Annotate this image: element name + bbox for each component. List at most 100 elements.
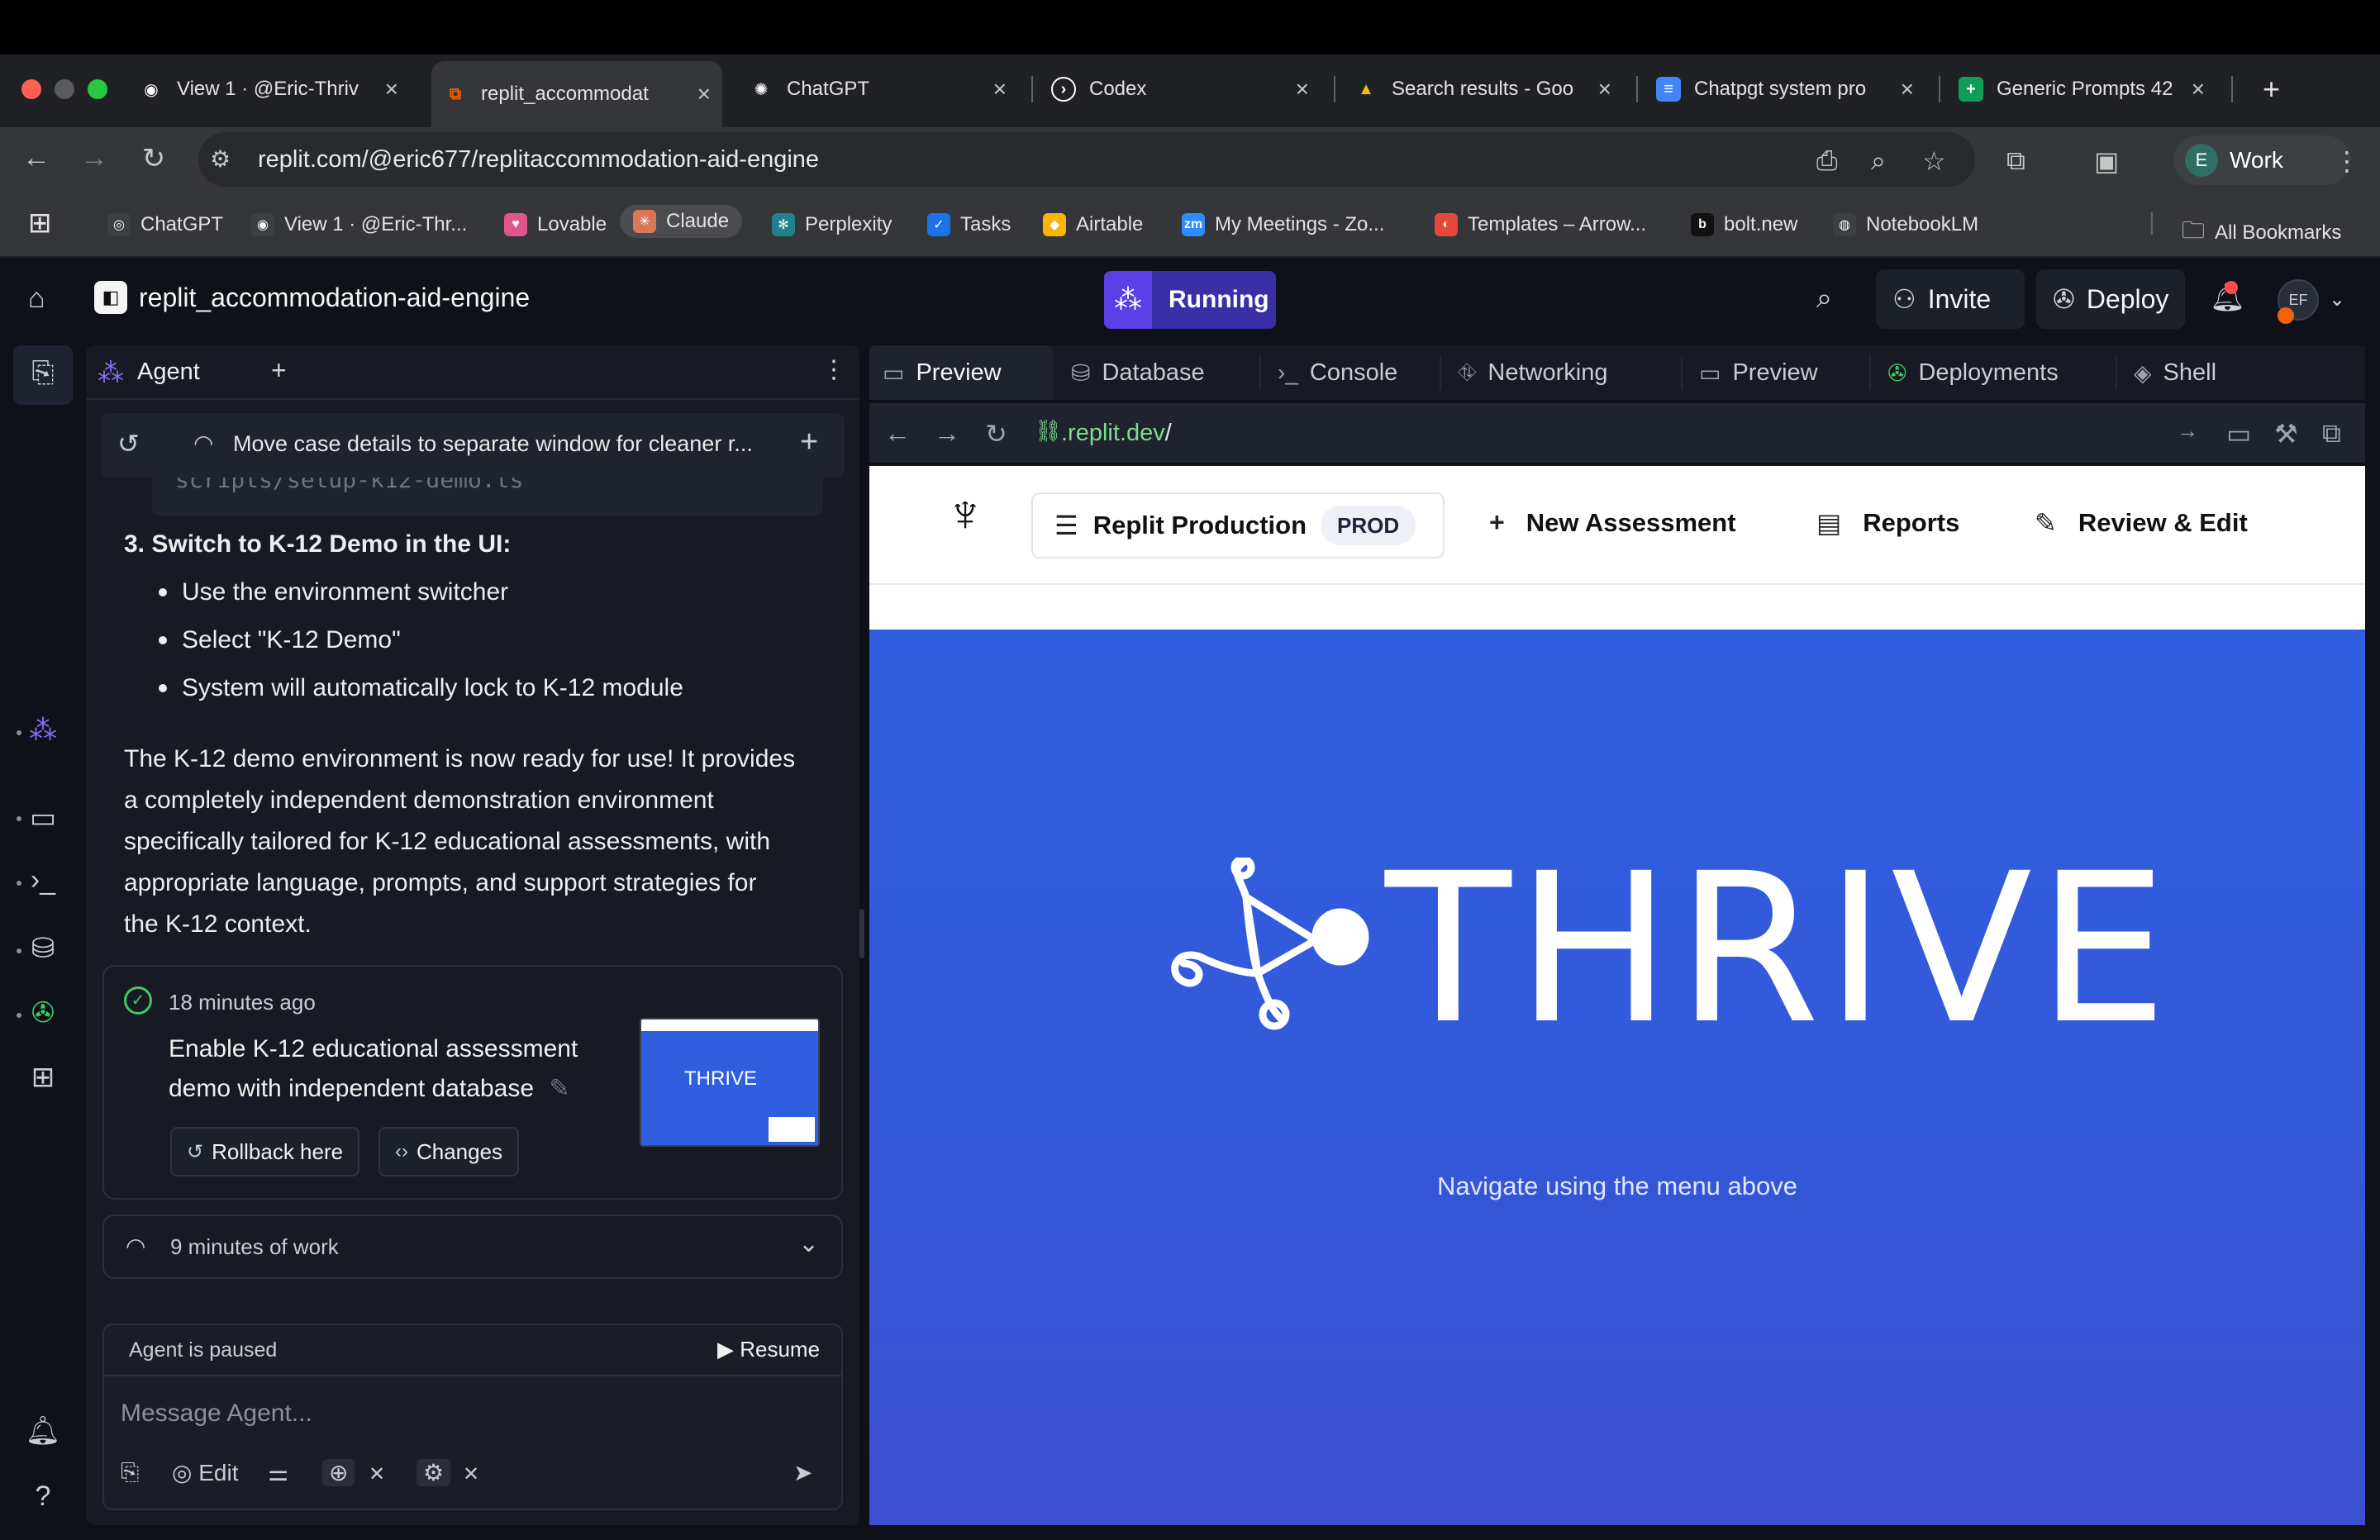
browser-tab[interactable]: ≡ Chatpgt system pro × [1645, 66, 1925, 112]
tab-shell[interactable]: ◈ Shell [2121, 345, 2230, 400]
tab-deployments[interactable]: ✇ Deployments [1874, 345, 2072, 400]
nav-new-assessment[interactable]: + New Assessment [1489, 507, 1736, 538]
send-icon[interactable]: ➤ [793, 1459, 812, 1486]
extensions-icon[interactable]: ⧉ [2006, 145, 2025, 177]
zoom-window-button[interactable] [88, 79, 107, 99]
bookmark-chatgpt[interactable]: ◎ ChatGPT [107, 213, 223, 236]
all-bookmarks[interactable]: 🗀 All Bookmarks [2182, 213, 2341, 253]
message-input[interactable] [121, 1393, 815, 1434]
back-arrow-icon[interactable]: ← [18, 142, 55, 174]
edit-mode-button[interactable]: ◎ Edit [172, 1459, 238, 1486]
bookmark-tasks[interactable]: ✓ Tasks [927, 213, 1011, 236]
app-logo-icon[interactable]: ♆ [945, 482, 985, 544]
bookmark-my-meetings-zo[interactable]: zm My Meetings - Zo... [1182, 213, 1384, 236]
tab-preview-2[interactable]: ▭ Preview [1686, 345, 1831, 400]
close-tab-icon[interactable]: × [993, 76, 1007, 102]
more-options-icon[interactable]: ⋮ [821, 355, 846, 384]
browser-tab[interactable]: ✺ ChatGPT × [737, 66, 1018, 112]
panel-resize-handle[interactable] [859, 909, 864, 958]
back-arrow-icon[interactable]: ← [884, 418, 911, 449]
history-icon[interactable]: ↺ [117, 428, 140, 459]
preview-url[interactable]: .replit.dev/ [1061, 420, 1172, 447]
tab-database[interactable]: ⛁ Database [1058, 345, 1218, 400]
close-window-button[interactable] [21, 79, 41, 99]
close-tab-icon[interactable]: × [385, 76, 398, 102]
current-task-bar[interactable]: ↺ ◠ Move case details to separate window… [101, 413, 845, 478]
attach-paperclip-icon[interactable]: ⎘ [121, 1459, 139, 1486]
close-tab-icon[interactable]: × [697, 81, 711, 107]
pencil-icon[interactable]: ✎ [549, 1075, 569, 1102]
bookmark-lovable[interactable]: ♥ Lovable [504, 213, 607, 236]
cpu-toggle-icon[interactable]: ⚙ [416, 1459, 451, 1486]
bookmark-notebooklm[interactable]: ◍ NotebookLM [1833, 213, 1978, 236]
bookmark-bolt-new[interactable]: b bolt.new [1691, 213, 1797, 236]
deploy-button[interactable]: ✇ Deploy [2036, 269, 2185, 329]
console-icon[interactable]: ›_ [25, 864, 61, 896]
chevron-down-icon[interactable]: ⌄ [2329, 288, 2345, 311]
home-icon[interactable]: ⌂ [28, 283, 45, 315]
settings-sliders-icon[interactable]: ⚌ [268, 1459, 288, 1486]
url-text[interactable]: replit.com/@eric677/replitaccommodation-… [258, 146, 819, 173]
device-monitor-icon[interactable]: ▭ [2226, 418, 2251, 449]
rollback-button[interactable]: ↺ Rollback here [170, 1127, 360, 1176]
minimize-window-button[interactable] [55, 79, 74, 99]
bookmark-airtable[interactable]: ◆ Airtable [1043, 213, 1143, 236]
browser-tab[interactable]: ◉ View 1 · @Eric-Thriv × [127, 66, 410, 112]
devtools-wrench-icon[interactable]: ⚒ [2274, 418, 2298, 449]
close-tab-icon[interactable]: × [1901, 76, 1914, 102]
zoom-icon[interactable]: ⌕ [1871, 145, 1886, 177]
preview-monitor-icon[interactable]: ▭ [25, 801, 61, 834]
checkpoint-screenshot-thumbnail[interactable]: THRIVE [640, 1018, 820, 1147]
browser-tab[interactable]: ▲ Search results - Goo × [1342, 66, 1623, 112]
close-tab-icon[interactable]: × [1296, 76, 1309, 102]
browser-menu-icon[interactable]: ⋮ [2334, 145, 2360, 177]
forward-arrow-icon[interactable]: → [934, 418, 960, 449]
tab-agent[interactable]: Agent [137, 359, 200, 386]
bookmark-star-icon[interactable]: ☆ [1922, 145, 1946, 177]
close-tab-icon[interactable]: × [1598, 76, 1611, 102]
deployments-icon[interactable]: ✇ [25, 996, 61, 1029]
nav-reports[interactable]: ▤ Reports [1816, 507, 1959, 539]
open-new-window-icon[interactable]: ⧉ [2322, 418, 2341, 449]
browser-tab-active[interactable]: ⧉ replit_accommodat × [431, 61, 722, 127]
address-bar[interactable]: replit.com/@eric677/replitaccommodation-… [198, 132, 1975, 187]
project-name[interactable]: replit_accommodation-aid-engine [139, 283, 530, 313]
browser-tab[interactable]: + Generic Prompts 42 × [1947, 66, 2216, 112]
run-button[interactable]: ⁂ Running [1104, 271, 1276, 329]
chevron-down-icon[interactable]: ⌄ [798, 1229, 819, 1258]
new-chat-plus-icon[interactable]: + [800, 425, 818, 460]
new-tab-button[interactable]: + [2251, 66, 2297, 112]
close-tab-icon[interactable]: × [2192, 76, 2205, 102]
agent-icon[interactable]: ⁂ [25, 714, 61, 747]
bookmark-claude[interactable]: ✳ Claude [620, 205, 743, 238]
all-tools-grid-icon[interactable]: ⊞ [25, 1061, 61, 1094]
bookmark-view-1-eric-thr[interactable]: ◉ View 1 · @Eric-Thr... [251, 213, 467, 236]
file-tree-icon[interactable]: ⎘ [25, 357, 61, 389]
alerts-bell-icon[interactable]: 🔔︎ [25, 1414, 61, 1447]
browser-tab[interactable]: › Codex × [1040, 66, 1321, 112]
search-icon[interactable]: ⌕ [1816, 283, 1832, 315]
reload-icon[interactable]: ↻ [985, 418, 1007, 449]
changes-button[interactable]: ‹› Changes [378, 1127, 520, 1176]
profile-chip[interactable]: E Work [2173, 135, 2350, 185]
site-settings-icon[interactable]: ⚙ [210, 145, 231, 173]
bookmark-templates-arrow[interactable]: ◐ Templates – Arrow... [1435, 213, 1646, 236]
new-tab-plus-icon[interactable]: + [271, 355, 287, 386]
nav-review-edit[interactable]: ✎ Review & Edit [2035, 507, 2248, 539]
database-icon[interactable]: ⛁ [25, 932, 61, 965]
work-log-collapsible[interactable]: ◠ 9 minutes of work ⌄ [102, 1214, 843, 1279]
forward-arrow-icon[interactable]: → [76, 142, 112, 174]
tab-search-icon[interactable]: ▣ [2094, 145, 2119, 177]
install-app-icon[interactable]: ⎙ [1816, 145, 1838, 177]
web-search-toggle-icon[interactable]: ⊕ [322, 1459, 355, 1486]
remove-web-search-icon[interactable]: ✕ [369, 1462, 385, 1486]
reload-icon[interactable]: ↻ [136, 142, 172, 175]
invite-button[interactable]: ⚇ Invite [1876, 269, 2025, 329]
open-arrow-icon[interactable]: → [2177, 418, 2198, 444]
resume-button[interactable]: ▶ Resume [717, 1337, 820, 1362]
tab-preview[interactable]: ▭ Preview [869, 345, 1053, 400]
bookmark-perplexity[interactable]: ✻ Perplexity [772, 213, 892, 236]
tab-networking[interactable]: ⛗ Networking [1445, 345, 1621, 400]
tab-console[interactable]: ›_ Console [1264, 345, 1411, 400]
apps-grid-icon[interactable]: ⊞ [28, 207, 52, 240]
